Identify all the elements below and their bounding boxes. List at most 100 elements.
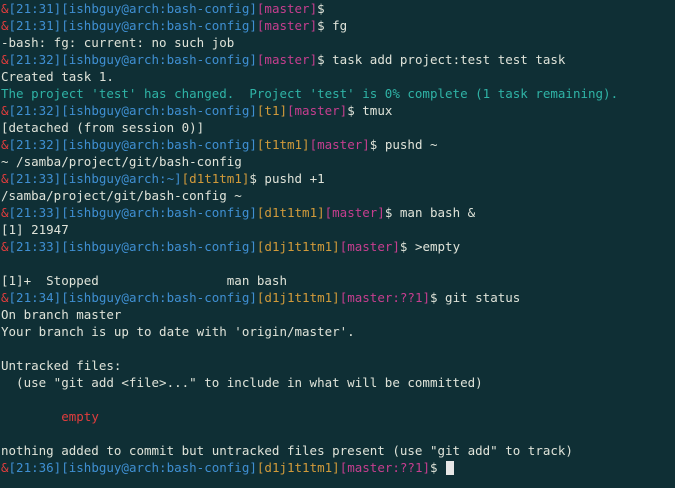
- prompt-jobs: [t1]: [256, 103, 287, 118]
- prompt-jobs: [d1t1tm1]: [181, 171, 250, 186]
- prompt-git-branch: [master]: [324, 205, 385, 220]
- prompt-user-host: [ishbguy@arch:bash-config]: [61, 1, 257, 16]
- prompt-symbol: &: [1, 1, 9, 16]
- output-text: Created task 1.: [1, 69, 114, 84]
- prompt-git-branch: [master]: [256, 52, 318, 67]
- prompt-git-branch: [master:??1]: [339, 460, 430, 475]
- prompt-git-branch: [master]: [287, 103, 348, 118]
- prompt-symbol: &: [1, 290, 9, 305]
- prompt-jobs: [d1j1t1tm1]: [256, 290, 340, 305]
- cursor[interactable]: [446, 461, 455, 475]
- terminal-line: &[21:32][ishbguy@arch:bash-config][t1][m…: [1, 102, 675, 119]
- command-text: $ man bash &: [384, 205, 476, 220]
- terminal-line: -bash: fg: current: no such job: [1, 34, 675, 51]
- untracked-file: empty: [61, 409, 99, 424]
- command-text: $: [317, 1, 325, 16]
- command-text: $ pushd +1: [249, 171, 325, 186]
- command-text: $ git status: [430, 290, 521, 305]
- output-text: On branch master: [1, 307, 122, 322]
- prompt-jobs: [d1j1t1tm1]: [256, 460, 340, 475]
- prompt-time: [21:31]: [8, 1, 62, 16]
- command-text: $ task add project:test test task: [317, 52, 566, 67]
- terminal-line: [detached (from session 0)]: [1, 119, 675, 136]
- prompt-time: [21:31]: [8, 18, 62, 33]
- prompt-user-host: [ishbguy@arch:bash-config]: [61, 460, 257, 475]
- output-text: [1] 21947: [1, 222, 69, 237]
- prompt-user-host: [ishbguy@arch:bash-config]: [61, 290, 257, 305]
- terminal-line: empty: [1, 408, 675, 425]
- prompt-user-host: [ishbguy@arch:bash-config]: [61, 103, 257, 118]
- command-text: $ >empty: [399, 239, 461, 254]
- prompt-time: [21:36]: [8, 460, 62, 475]
- prompt-user-host: [ishbguy@arch:bash-config]: [61, 52, 257, 67]
- prompt-symbol: &: [1, 52, 9, 67]
- terminal-line: [1] 21947: [1, 221, 675, 238]
- terminal-line: The project 'test' has changed. Project …: [1, 85, 675, 102]
- command-text: $ tmux: [347, 103, 393, 118]
- terminal-line: Untracked files:: [1, 357, 675, 374]
- terminal-line: &[21:33][ishbguy@arch:bash-config][d1t1t…: [1, 204, 675, 221]
- prompt-git-branch: [master]: [309, 137, 370, 152]
- prompt-symbol: &: [1, 171, 9, 186]
- output-text: Untracked files:: [1, 358, 122, 373]
- task-message: The project 'test' has changed. Project …: [1, 86, 619, 101]
- terminal-line: &[21:32][ishbguy@arch:bash-config][maste…: [1, 51, 675, 68]
- terminal-window[interactable]: &[21:31][ishbguy@arch:bash-config][maste…: [0, 0, 675, 488]
- terminal-line: &[21:31][ishbguy@arch:bash-config][maste…: [1, 17, 675, 34]
- prompt-user-host: [ishbguy@arch:bash-config]: [61, 239, 257, 254]
- output-text: -bash: fg: current: no such job: [1, 35, 235, 50]
- terminal-line: On branch master: [1, 306, 675, 323]
- prompt-git-branch: [master:??1]: [339, 290, 430, 305]
- terminal-line: [1]+ Stopped man bash: [1, 272, 675, 289]
- terminal-line: /samba/project/git/bash-config ~: [1, 187, 675, 204]
- prompt-symbol: &: [1, 103, 9, 118]
- terminal-line: Created task 1.: [1, 68, 675, 85]
- prompt-jobs: [d1t1tm1]: [256, 205, 325, 220]
- output-text: (use "git add <file>..." to include in w…: [1, 375, 483, 390]
- terminal-line: ~ /samba/project/git/bash-config: [1, 153, 675, 170]
- prompt-jobs: [d1j1t1tm1]: [256, 239, 340, 254]
- output-text: [detached (from session 0)]: [1, 120, 205, 135]
- prompt-git-branch: [master]: [339, 239, 400, 254]
- terminal-line: (use "git add <file>..." to include in w…: [1, 374, 675, 391]
- prompt-symbol: &: [1, 205, 9, 220]
- terminal-line: Your branch is up to date with 'origin/m…: [1, 323, 675, 340]
- prompt-symbol: &: [1, 460, 9, 475]
- output-text: Your branch is up to date with 'origin/m…: [1, 324, 355, 339]
- prompt-symbol: &: [1, 239, 9, 254]
- output-text: ~ /samba/project/git/bash-config: [1, 154, 242, 169]
- terminal-line: &[21:33][ishbguy@arch:bash-config][d1j1t…: [1, 238, 675, 255]
- prompt-time: [21:33]: [8, 171, 62, 186]
- terminal-line: &[21:33][ishbguy@arch:~][d1t1tm1]$ pushd…: [1, 170, 675, 187]
- output-text: [1]+ Stopped man bash: [1, 273, 287, 288]
- terminal-line: &[21:36][ishbguy@arch:bash-config][d1j1t…: [1, 459, 675, 476]
- prompt-user-host: [ishbguy@arch:~]: [61, 171, 182, 186]
- prompt-symbol: &: [1, 18, 9, 33]
- command-text: $: [430, 460, 446, 475]
- terminal-line: &[21:32][ishbguy@arch:bash-config][t1tm1…: [1, 136, 675, 153]
- prompt-git-branch: [master]: [256, 18, 318, 33]
- terminal-line: &[21:31][ishbguy@arch:bash-config][maste…: [1, 0, 675, 17]
- prompt-symbol: &: [1, 137, 9, 152]
- prompt-time: [21:32]: [8, 103, 62, 118]
- prompt-jobs: [t1tm1]: [256, 137, 310, 152]
- prompt-git-branch: [master]: [256, 1, 318, 16]
- command-text: $ pushd ~: [369, 137, 438, 152]
- prompt-user-host: [ishbguy@arch:bash-config]: [61, 18, 257, 33]
- terminal-line: nothing added to commit but untracked fi…: [1, 442, 675, 459]
- prompt-user-host: [ishbguy@arch:bash-config]: [61, 137, 257, 152]
- terminal-line: &[21:34][ishbguy@arch:bash-config][d1j1t…: [1, 289, 675, 306]
- prompt-time: [21:33]: [8, 239, 62, 254]
- terminal-output: &[21:31][ishbguy@arch:bash-config][maste…: [1, 0, 675, 476]
- prompt-time: [21:32]: [8, 137, 62, 152]
- prompt-time: [21:34]: [8, 290, 62, 305]
- prompt-time: [21:33]: [8, 205, 62, 220]
- prompt-time: [21:32]: [8, 52, 62, 67]
- output-text: /samba/project/git/bash-config ~: [1, 188, 242, 203]
- output-text: nothing added to commit but untracked fi…: [1, 443, 573, 458]
